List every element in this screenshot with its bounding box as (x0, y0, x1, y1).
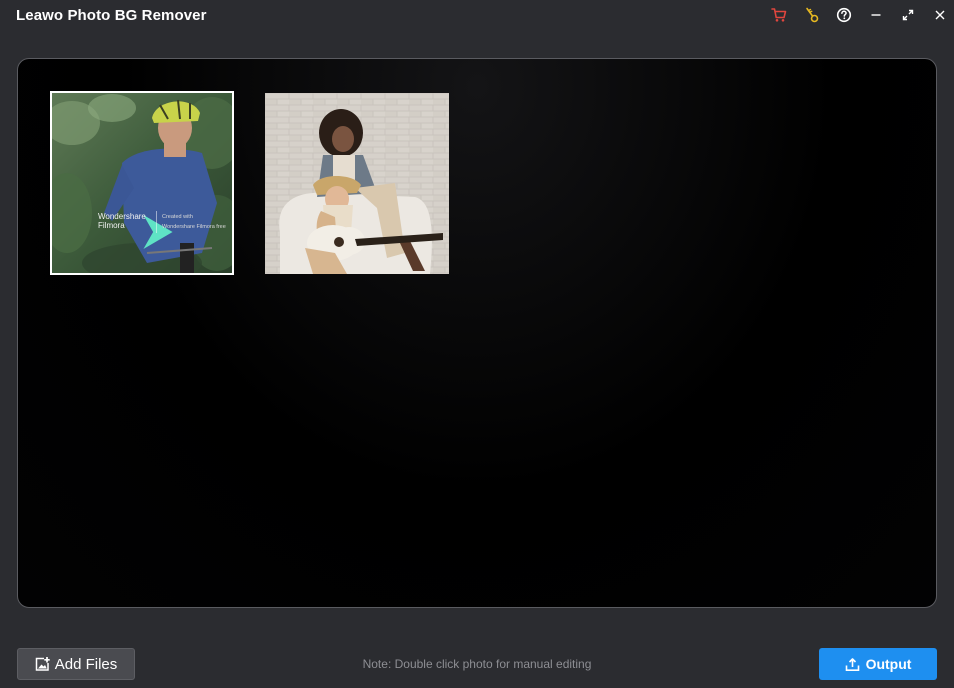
key-icon[interactable] (801, 4, 823, 26)
upload-icon (845, 657, 859, 671)
close-icon[interactable] (929, 4, 951, 26)
filmora-watermark: Wondershare Filmora Created with Wonders… (74, 209, 232, 249)
add-files-label: Add Files (54, 655, 118, 673)
output-button[interactable]: Output (819, 648, 937, 680)
help-icon[interactable] (833, 4, 855, 26)
minimize-icon[interactable] (865, 4, 887, 26)
watermark-created-with: Created with Wondershare Filmora free (162, 212, 226, 232)
cyclist-photo-thumbnail[interactable]: Wondershare Filmora Created with Wonders… (50, 91, 234, 275)
guitar-women-photo-image (265, 93, 449, 274)
watermark-brand-line1: Wondershare (98, 212, 146, 221)
watermark-divider (156, 211, 157, 233)
app-title: Leawo Photo BG Remover (16, 7, 207, 24)
title-bar: Leawo Photo BG Remover (0, 0, 954, 32)
editing-note: Note: Double click photo for manual edit… (362, 657, 592, 671)
photo-canvas[interactable]: Wondershare Filmora Created with Wonders… (17, 58, 937, 608)
watermark-created-line1: Created with (162, 214, 193, 220)
output-label: Output (865, 656, 912, 672)
watermark-created-line2: Wondershare Filmora free (162, 224, 226, 230)
maximize-icon[interactable] (897, 4, 919, 26)
watermark-brand-line2: Filmora (98, 221, 125, 230)
add-files-button[interactable]: Add Files (17, 648, 135, 680)
guitar-women-photo-thumbnail[interactable] (265, 93, 449, 274)
watermark-brand: Wondershare Filmora (98, 212, 146, 230)
add-image-icon (35, 657, 50, 671)
cart-icon[interactable] (768, 4, 790, 26)
app-window: Leawo Photo BG Remover Wondershare Filmo… (0, 0, 954, 688)
